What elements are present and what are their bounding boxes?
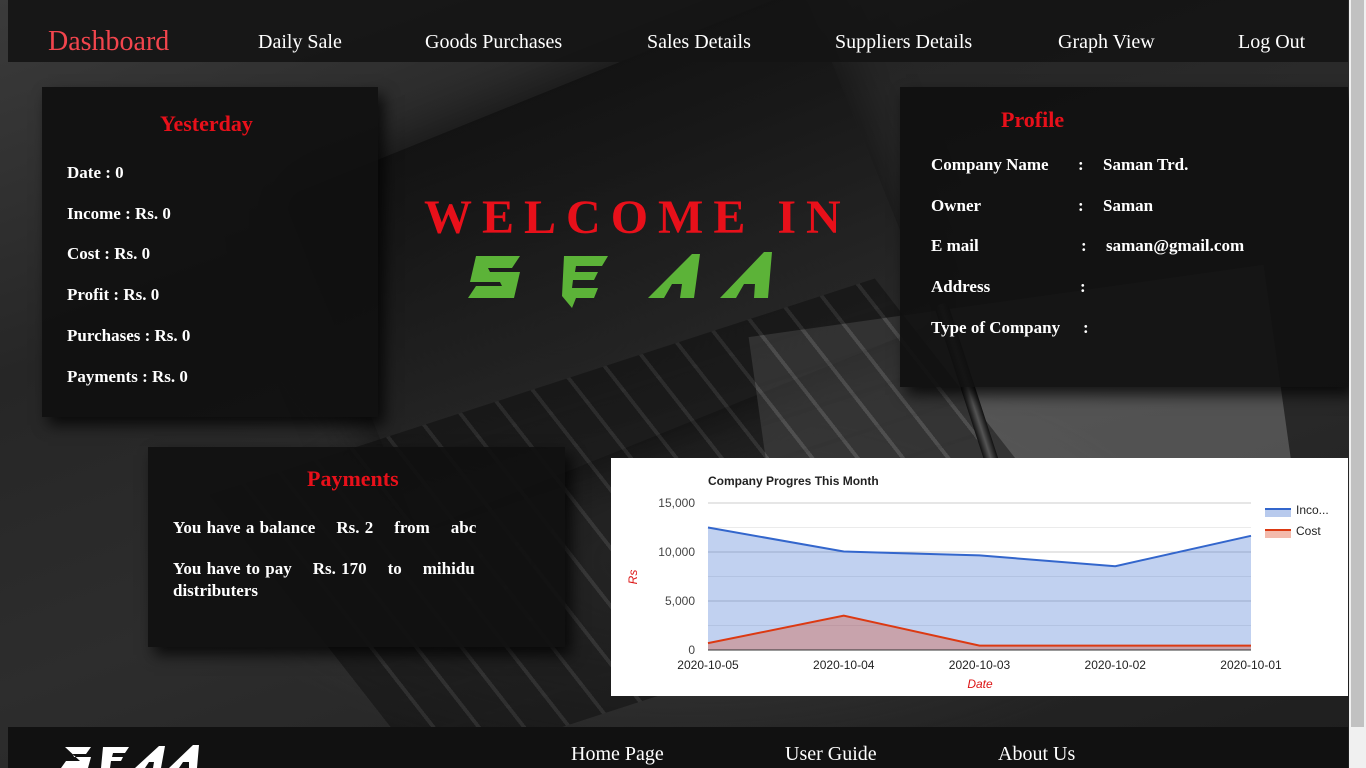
profile-title: Profile <box>1001 107 1065 132</box>
yesterday-panel: Yesterday Date : 0 Income : Rs. 0 Cost :… <box>42 87 378 417</box>
chart-xtick-label: 2020-10-05 <box>677 658 739 672</box>
profile-colon: : <box>1083 318 1089 337</box>
chart-title: Company Progres This Month <box>708 474 879 488</box>
welcome-heading: WELCOME IN <box>424 191 851 244</box>
profile-colon: : <box>1080 277 1086 296</box>
profile-colon: : <box>1078 196 1084 215</box>
chart-xtick-label: 2020-10-04 <box>813 658 875 672</box>
profile-company-name-value: Saman Trd. <box>1103 155 1189 174</box>
nav-dashboard-link[interactable]: Dashboard <box>48 24 169 60</box>
payments-title: Payments <box>307 466 399 491</box>
nav-sales-details-link[interactable]: Sales Details <box>647 30 751 54</box>
profile-colon: : <box>1078 155 1084 174</box>
profile-owner-value: Saman <box>1103 196 1154 215</box>
chart-ytick-label: 0 <box>688 643 695 657</box>
yesterday-payments: Payments : Rs. 0 <box>67 367 188 386</box>
scrollbar-thumb[interactable] <box>1351 0 1364 727</box>
footer-about-us-link[interactable]: About Us <box>998 743 1075 765</box>
yesterday-income: Income : Rs. 0 <box>67 204 171 223</box>
footer-home-page-link[interactable]: Home Page <box>571 743 664 765</box>
chart-ytick-label: 10,000 <box>658 545 695 559</box>
payments-to-pay-line-cont: distributers <box>173 581 258 600</box>
chart-legend-swatch <box>1265 530 1291 538</box>
chart-ytick-label: 15,000 <box>658 496 695 510</box>
chart-xaxis-title: Date <box>967 677 993 691</box>
nav-daily-sale-link[interactable]: Daily Sale <box>258 30 342 54</box>
profile-type-label: Type of Company <box>931 318 1061 337</box>
chart-legend-label: Inco... <box>1296 503 1329 517</box>
yesterday-title: Yesterday <box>160 111 253 136</box>
payments-balance-line: You have a balance Rs. 2 from abc <box>173 518 477 537</box>
payments-to-pay-line: You have to pay Rs. 170 to mihidu <box>173 559 475 578</box>
profile-email-label: E mail <box>931 236 979 255</box>
profile-panel: Profile Company Name : Saman Trd. Owner … <box>900 87 1348 387</box>
chart-svg: Company Progres This Month 15,000 10,000 5,… <box>626 474 1329 691</box>
yesterday-profit: Profit : Rs. 0 <box>67 285 160 304</box>
nav-log-out-link[interactable]: Log Out <box>1238 30 1305 54</box>
profile-owner-label: Owner <box>931 196 982 215</box>
payments-panel: Payments You have a balance Rs. 2 from a… <box>148 447 565 647</box>
profile-email-value: saman@gmail.com <box>1106 236 1245 255</box>
chart-xtick-label: 2020-10-02 <box>1085 658 1147 672</box>
profile-address-label: Address <box>931 277 991 296</box>
nav-suppliers-details-link[interactable]: Suppliers Details <box>835 30 972 54</box>
yesterday-date: Date : 0 <box>67 163 124 182</box>
footer-user-guide-link[interactable]: User Guide <box>785 743 877 765</box>
profile-company-name-label: Company Name <box>931 155 1049 174</box>
nav-goods-purchases-link[interactable]: Goods Purchases <box>425 30 562 54</box>
yesterday-cost: Cost : Rs. 0 <box>67 244 151 263</box>
chart-legend-swatch <box>1265 509 1291 517</box>
chart-legend-label: Cost <box>1296 524 1321 538</box>
company-progress-chart: Company Progres This Month 15,000 10,000 5,… <box>611 458 1348 696</box>
footer: Home Page User Guide About Us <box>8 727 1348 768</box>
profile-colon: : <box>1081 236 1087 255</box>
chart-ytick-label: 5,000 <box>665 594 695 608</box>
chart-yaxis-title: Rs <box>626 570 640 585</box>
chart-xtick-label: 2020-10-01 <box>1220 658 1282 672</box>
nav-graph-view-link[interactable]: Graph View <box>1058 30 1155 54</box>
footer-seaa-logo <box>61 745 199 768</box>
yesterday-purchases: Purchases : Rs. 0 <box>67 326 191 345</box>
chart-xtick-label: 2020-10-03 <box>949 658 1011 672</box>
seaa-logo <box>468 252 772 308</box>
top-navbar: Dashboard Daily Sale Goods Purchases Sal… <box>8 0 1348 62</box>
